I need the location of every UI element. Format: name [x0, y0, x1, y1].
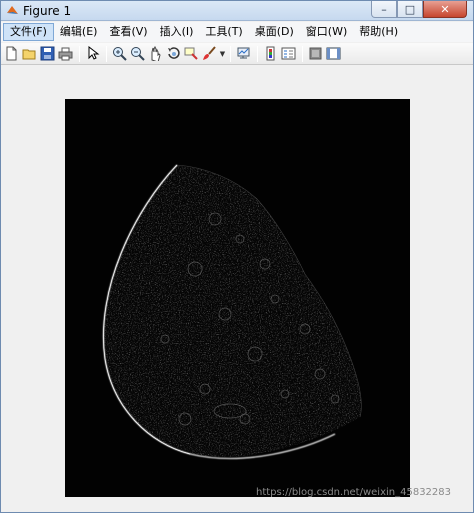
pointer-icon	[88, 46, 100, 60]
rotate-3d-button[interactable]	[165, 45, 182, 62]
window-controls: – □ ✕	[371, 1, 467, 19]
colorbar-button[interactable]	[262, 45, 279, 62]
legend-icon	[281, 47, 296, 60]
open-file-button[interactable]	[21, 45, 38, 62]
pan-button[interactable]	[147, 45, 164, 62]
data-cursor-button[interactable]	[183, 45, 200, 62]
link-plot-icon	[237, 47, 250, 59]
toolbar-separator	[106, 45, 107, 62]
title-bar[interactable]: Figure 1 – □ ✕	[1, 1, 473, 21]
menu-edit[interactable]: 编辑(E)	[54, 23, 104, 41]
new-figure-button[interactable]	[3, 45, 20, 62]
menu-view[interactable]: 查看(V)	[103, 23, 153, 41]
pan-hand-icon	[151, 46, 161, 61]
hide-plot-tools-icon	[309, 47, 322, 60]
zoom-in-icon	[113, 47, 127, 61]
menu-help[interactable]: 帮助(H)	[353, 23, 404, 41]
toolbar-separator	[257, 45, 258, 62]
matlab-logo-icon	[7, 6, 18, 14]
link-plot-button[interactable]	[235, 45, 252, 62]
hide-plot-tools-button[interactable]	[307, 45, 324, 62]
rotate-3d-icon	[168, 47, 180, 59]
print-icon	[58, 47, 73, 61]
brush-icon	[203, 46, 216, 60]
close-icon: ✕	[440, 2, 450, 16]
figure-window: Figure 1 – □ ✕ 文件(F) 编辑(E) 查看(V) 插入(I) 工…	[0, 0, 474, 513]
edit-plot-button[interactable]	[84, 45, 101, 62]
menu-tools[interactable]: 工具(T)	[199, 23, 248, 41]
menu-file[interactable]: 文件(F)	[3, 23, 54, 41]
image-axes[interactable]	[65, 99, 410, 497]
brush-dropdown-caret[interactable]: ▼	[219, 45, 226, 62]
watermark-text: https://blog.csdn.net/weixin_45832283	[256, 487, 452, 498]
new-figure-icon	[6, 46, 17, 61]
toolbar-separator	[79, 45, 80, 62]
save-icon	[40, 46, 55, 61]
print-button[interactable]	[57, 45, 74, 62]
minimize-button[interactable]: –	[371, 1, 397, 18]
menu-window[interactable]: 窗口(W)	[300, 23, 353, 41]
maximize-button[interactable]: □	[397, 1, 423, 18]
menu-bar: 文件(F) 编辑(E) 查看(V) 插入(I) 工具(T) 桌面(D) 窗口(W…	[1, 22, 473, 42]
zoom-out-button[interactable]	[129, 45, 146, 62]
maximize-icon: □	[404, 2, 416, 16]
moon-edge-image	[65, 99, 410, 497]
brush-button[interactable]	[201, 45, 218, 62]
toolbar-separator	[302, 45, 303, 62]
figure-canvas[interactable]: https://blog.csdn.net/weixin_45832283	[1, 66, 473, 512]
open-file-icon	[22, 49, 36, 60]
minimize-icon: –	[381, 2, 387, 16]
show-plot-tools-icon	[326, 47, 341, 60]
legend-button[interactable]	[280, 45, 297, 62]
save-button[interactable]	[39, 45, 56, 62]
colorbar-icon	[266, 46, 275, 61]
menu-desktop[interactable]: 桌面(D)	[249, 23, 300, 41]
toolbar-separator	[230, 45, 231, 62]
zoom-in-button[interactable]	[111, 45, 128, 62]
data-cursor-icon	[184, 47, 198, 60]
figure-toolbar: ▼	[1, 43, 473, 65]
zoom-out-icon	[131, 47, 145, 61]
menu-insert[interactable]: 插入(I)	[154, 23, 200, 41]
close-button[interactable]: ✕	[423, 1, 467, 18]
window-title: Figure 1	[23, 4, 72, 18]
show-plot-tools-button[interactable]	[325, 45, 342, 62]
